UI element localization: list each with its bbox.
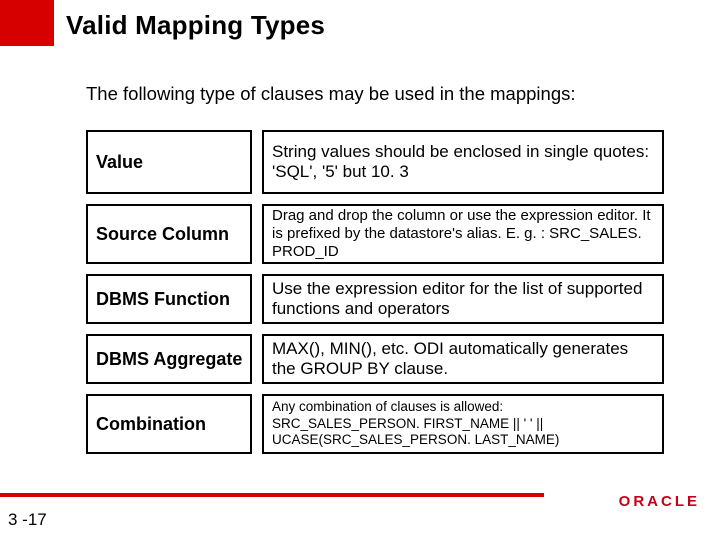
table-row: DBMS Aggregate MAX(), MIN(), etc. ODI au…: [86, 334, 664, 384]
row-label: Source Column: [86, 204, 252, 264]
slide-title: Valid Mapping Types: [66, 10, 325, 41]
slide-number: 3 -17: [8, 510, 47, 530]
table-row: Value String values should be enclosed i…: [86, 130, 664, 194]
mapping-table: Value String values should be enclosed i…: [86, 130, 664, 464]
row-desc: Drag and drop the column or use the expr…: [262, 204, 664, 264]
row-label: Value: [86, 130, 252, 194]
table-row: Combination Any combination of clauses i…: [86, 394, 664, 454]
row-label: Combination: [86, 394, 252, 454]
row-label: DBMS Function: [86, 274, 252, 324]
row-desc: Any combination of clauses is allowed:SR…: [262, 394, 664, 454]
bottom-accent-bar: [0, 493, 544, 497]
intro-text: The following type of clauses may be use…: [86, 82, 576, 105]
row-desc: MAX(), MIN(), etc. ODI automatically gen…: [262, 334, 664, 384]
row-desc: String values should be enclosed in sing…: [262, 130, 664, 194]
row-label: DBMS Aggregate: [86, 334, 252, 384]
table-row: DBMS Function Use the expression editor …: [86, 274, 664, 324]
table-row: Source Column Drag and drop the column o…: [86, 204, 664, 264]
row-desc: Use the expression editor for the list o…: [262, 274, 664, 324]
corner-accent: [0, 0, 54, 46]
oracle-logo: ORACLE: [619, 493, 702, 510]
